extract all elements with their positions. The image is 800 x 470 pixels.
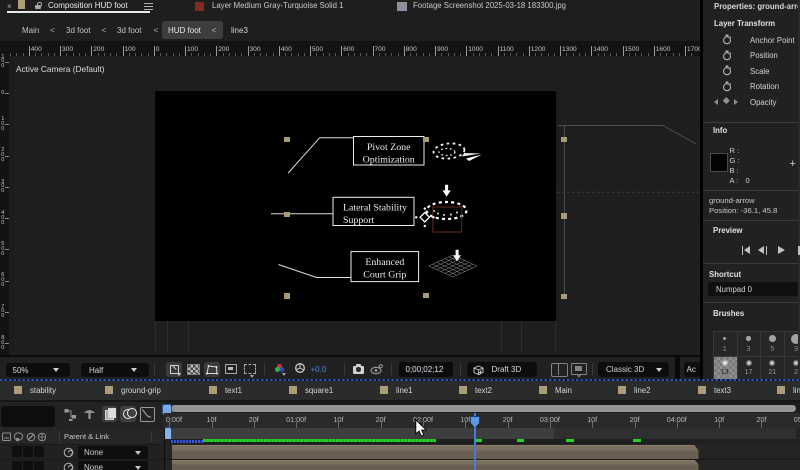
svg-text:Pivot Zone: Pivot Zone bbox=[367, 142, 411, 153]
svg-text:Optimization: Optimization bbox=[363, 155, 415, 166]
svg-text:Enhanced: Enhanced bbox=[365, 257, 404, 268]
svg-text:Court Grip: Court Grip bbox=[363, 269, 406, 280]
svg-text:Lateral Stability: Lateral Stability bbox=[343, 203, 407, 214]
svg-text:Support: Support bbox=[343, 215, 375, 226]
